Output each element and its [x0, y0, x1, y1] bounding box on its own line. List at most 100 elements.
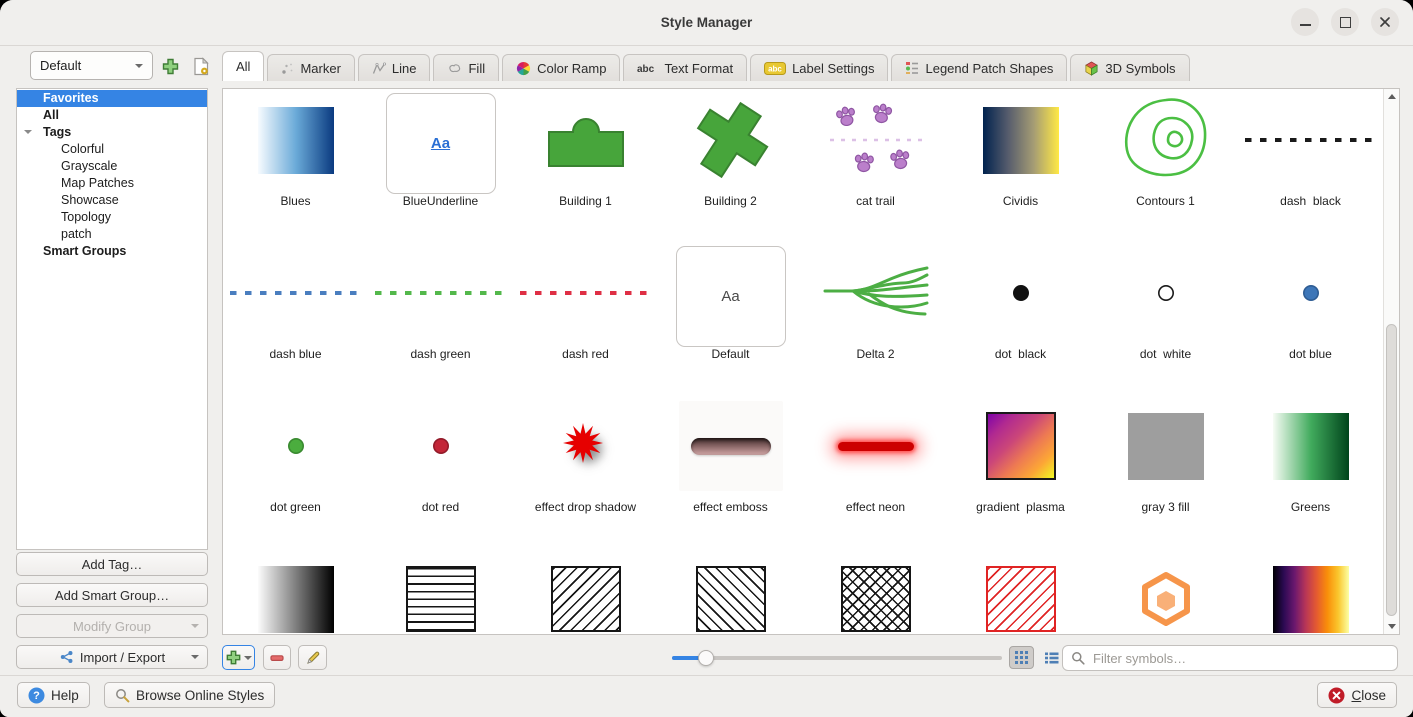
- symbol-card-effect-drop-shadow[interactable]: effect drop shadow: [513, 395, 658, 548]
- close-window-button[interactable]: [1371, 8, 1399, 36]
- symbol-card-dot-green[interactable]: dot green: [223, 395, 368, 548]
- maximize-button[interactable]: [1331, 8, 1359, 36]
- button-label: Add Smart Group…: [55, 588, 169, 603]
- grid-view-icon: [1015, 651, 1028, 664]
- tab-fill[interactable]: Fill: [433, 54, 499, 81]
- sidebar-item-topology[interactable]: Topology: [17, 209, 207, 226]
- emboss-symbol-preview: [658, 395, 803, 497]
- tab-3d-symbols[interactable]: 3D Symbols: [1070, 54, 1189, 81]
- svg-text:?: ?: [33, 690, 40, 702]
- symbol-card-effect-neon[interactable]: effect neon: [803, 395, 948, 548]
- symbol-card-building-1[interactable]: Building 1: [513, 89, 658, 242]
- list-view-button[interactable]: [1039, 646, 1064, 669]
- symbol-card-dash-black[interactable]: dash black: [1238, 89, 1383, 242]
- symbol-card-item[interactable]: [1093, 548, 1238, 635]
- import-export-button[interactable]: Import / Export: [16, 645, 208, 669]
- new-style-database-button[interactable]: [189, 54, 213, 78]
- symbol-card-item[interactable]: [803, 548, 948, 635]
- sidebar-item-map-patches[interactable]: Map Patches: [17, 175, 207, 192]
- symbol-card-blueunderline[interactable]: AaBlueUnderline: [368, 89, 513, 242]
- tab-line[interactable]: Line: [358, 54, 431, 81]
- symbol-card-gradient-plasma[interactable]: gradient plasma: [948, 395, 1093, 548]
- symbol-card-contours-1[interactable]: Contours 1: [1093, 89, 1238, 242]
- modify-group-button: Modify Group: [16, 614, 208, 638]
- edit-item-button[interactable]: [298, 645, 327, 670]
- minimize-button[interactable]: [1291, 8, 1319, 36]
- add-tag-button[interactable]: Add Tag…: [16, 552, 208, 576]
- symbol-label: dot blue: [1289, 347, 1332, 361]
- grid-view-button[interactable]: [1009, 646, 1034, 669]
- sidebar-item-all[interactable]: All: [17, 107, 207, 124]
- style-database-select[interactable]: Default: [30, 51, 153, 80]
- symbol-label: gradient plasma: [976, 500, 1065, 514]
- expander-icon[interactable]: [24, 130, 32, 134]
- symbol-card-item[interactable]: [658, 548, 803, 635]
- plasma-symbol-preview: [948, 395, 1093, 497]
- symbol-card-cat-trail[interactable]: cat trail: [803, 89, 948, 242]
- sidebar-item-favorites[interactable]: Favorites: [17, 90, 207, 107]
- add-style-database-button[interactable]: [158, 54, 182, 78]
- sidebar-item-showcase[interactable]: Showcase: [17, 192, 207, 209]
- contours-symbol-preview: [1093, 89, 1238, 191]
- sidebar-item-colorful[interactable]: Colorful: [17, 141, 207, 158]
- magnifier-icon: [115, 688, 130, 703]
- symbol-label: Building 2: [704, 194, 757, 208]
- symbol-card-dot-white[interactable]: dot white: [1093, 242, 1238, 395]
- symbol-card-item[interactable]: [513, 548, 658, 635]
- symbol-card-item[interactable]: [368, 548, 513, 635]
- tab-legend-patch-shapes[interactable]: Legend Patch Shapes: [891, 54, 1067, 81]
- symbol-card-delta-2[interactable]: Delta 2: [803, 242, 948, 395]
- new-file-icon: [193, 57, 210, 76]
- tab-color-ramp[interactable]: Color Ramp: [502, 54, 620, 81]
- sidebar-item-patch[interactable]: patch: [17, 226, 207, 243]
- tab-text-format[interactable]: abcText Format: [623, 54, 747, 81]
- symbol-card-building-2[interactable]: Building 2: [658, 89, 803, 242]
- help-button[interactable]: ? Help: [17, 682, 90, 708]
- browse-online-styles-button[interactable]: Browse Online Styles: [104, 682, 275, 708]
- tab-label-settings[interactable]: abcLabel Settings: [750, 54, 888, 81]
- symbol-card-dash-red[interactable]: dash red: [513, 242, 658, 395]
- symbol-card-blues[interactable]: Blues: [223, 89, 368, 242]
- scrollbar-thumb[interactable]: [1386, 324, 1397, 616]
- sidebar-item-smart-groups[interactable]: Smart Groups: [17, 243, 207, 260]
- sidebar-item-grayscale[interactable]: Grayscale: [17, 158, 207, 175]
- symbol-grid: BluesAaBlueUnderlineBuilding 1 Building 2…: [223, 89, 1383, 635]
- symbol-card-dash-green[interactable]: dash green: [368, 242, 513, 395]
- sidebar-item-tags[interactable]: Tags: [17, 124, 207, 141]
- scroll-down-arrow-icon[interactable]: [1388, 624, 1396, 629]
- symbol-size-slider[interactable]: [672, 650, 1002, 666]
- vertical-scrollbar[interactable]: [1383, 89, 1399, 634]
- symbol-card-item[interactable]: [948, 548, 1093, 635]
- dash-symbol-preview: [513, 242, 658, 344]
- symbol-card-cividis[interactable]: Cividis: [948, 89, 1093, 242]
- slider-track[interactable]: [672, 656, 1002, 660]
- symbol-card-greens[interactable]: Greens: [1238, 395, 1383, 548]
- symbol-card-effect-emboss[interactable]: effect emboss: [658, 395, 803, 548]
- hatch-h-symbol-preview: [368, 548, 513, 635]
- symbol-card-item[interactable]: [223, 548, 368, 635]
- filter-symbols-field[interactable]: [1062, 645, 1398, 671]
- scroll-up-arrow-icon[interactable]: [1388, 94, 1396, 99]
- tab-label: Label Settings: [792, 61, 874, 76]
- symbol-card-dot-blue[interactable]: dot blue: [1238, 242, 1383, 395]
- filter-symbols-input[interactable]: [1091, 650, 1375, 667]
- hatch-d2-symbol-preview: [658, 548, 803, 635]
- tab-marker[interactable]: Marker: [267, 54, 354, 81]
- close-button[interactable]: Close: [1317, 682, 1397, 708]
- marker-icon: [281, 62, 294, 75]
- line-icon: [372, 62, 386, 75]
- slider-handle[interactable]: [698, 650, 714, 666]
- symbol-card-gray-3-fill[interactable]: gray 3 fill: [1093, 395, 1238, 548]
- delta-symbol-preview: [803, 242, 948, 344]
- tab-all[interactable]: All: [222, 51, 264, 81]
- symbol-card-dot-black[interactable]: dot black: [948, 242, 1093, 395]
- remove-item-button[interactable]: [263, 645, 291, 670]
- tab-label: Color Ramp: [537, 61, 606, 76]
- add-smart-group-button[interactable]: Add Smart Group…: [16, 583, 208, 607]
- dash-symbol-preview: [1238, 89, 1383, 191]
- symbol-card-item[interactable]: [1238, 548, 1383, 635]
- symbol-card-default[interactable]: AaDefault: [658, 242, 803, 395]
- symbol-card-dot-red[interactable]: dot red: [368, 395, 513, 548]
- add-item-button[interactable]: [222, 645, 255, 670]
- symbol-card-dash-blue[interactable]: dash blue: [223, 242, 368, 395]
